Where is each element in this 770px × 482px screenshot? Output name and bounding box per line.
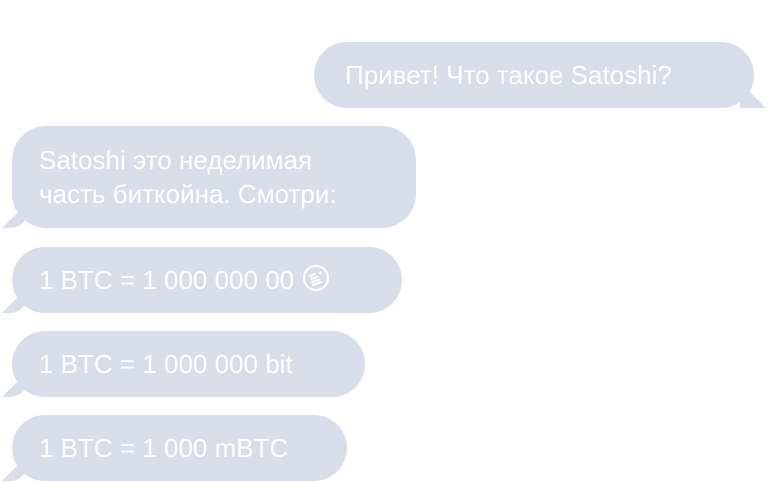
incoming-message-bubble[interactable]: 1 BTC = 1 000 000 00: [2, 247, 402, 313]
satoshi-icon: [302, 264, 330, 300]
message-text: 1 BTC = 1 000 mBTC: [39, 433, 289, 463]
message-text-line-1: Satoshi это неделимая: [39, 145, 313, 175]
bubble-tail: [2, 202, 28, 228]
incoming-message-bubble[interactable]: 1 BTC = 1 000 mBTC: [2, 415, 347, 481]
conversion-text: 1 BTC = 1 000 000 00: [39, 265, 295, 295]
incoming-message-bubble[interactable]: Satoshi это неделимая часть биткойна. См…: [2, 126, 416, 228]
message-text-line-2: часть биткойна. Смотри:: [39, 179, 337, 209]
bubble-tail: [2, 455, 28, 481]
bubble-tail: [2, 371, 28, 397]
bubble-tail: [2, 287, 28, 313]
outgoing-message-bubble[interactable]: Привет! Что такое Satoshi?: [314, 42, 766, 108]
incoming-message-bubble[interactable]: 1 BTC = 1 000 000 bit: [2, 331, 365, 397]
message-text: 1 BTC = 1 000 000 00: [39, 263, 402, 300]
message-text: 1 BTC = 1 000 000 bit: [39, 349, 293, 379]
message-text: Привет! Что такое Satoshi?: [345, 60, 672, 90]
